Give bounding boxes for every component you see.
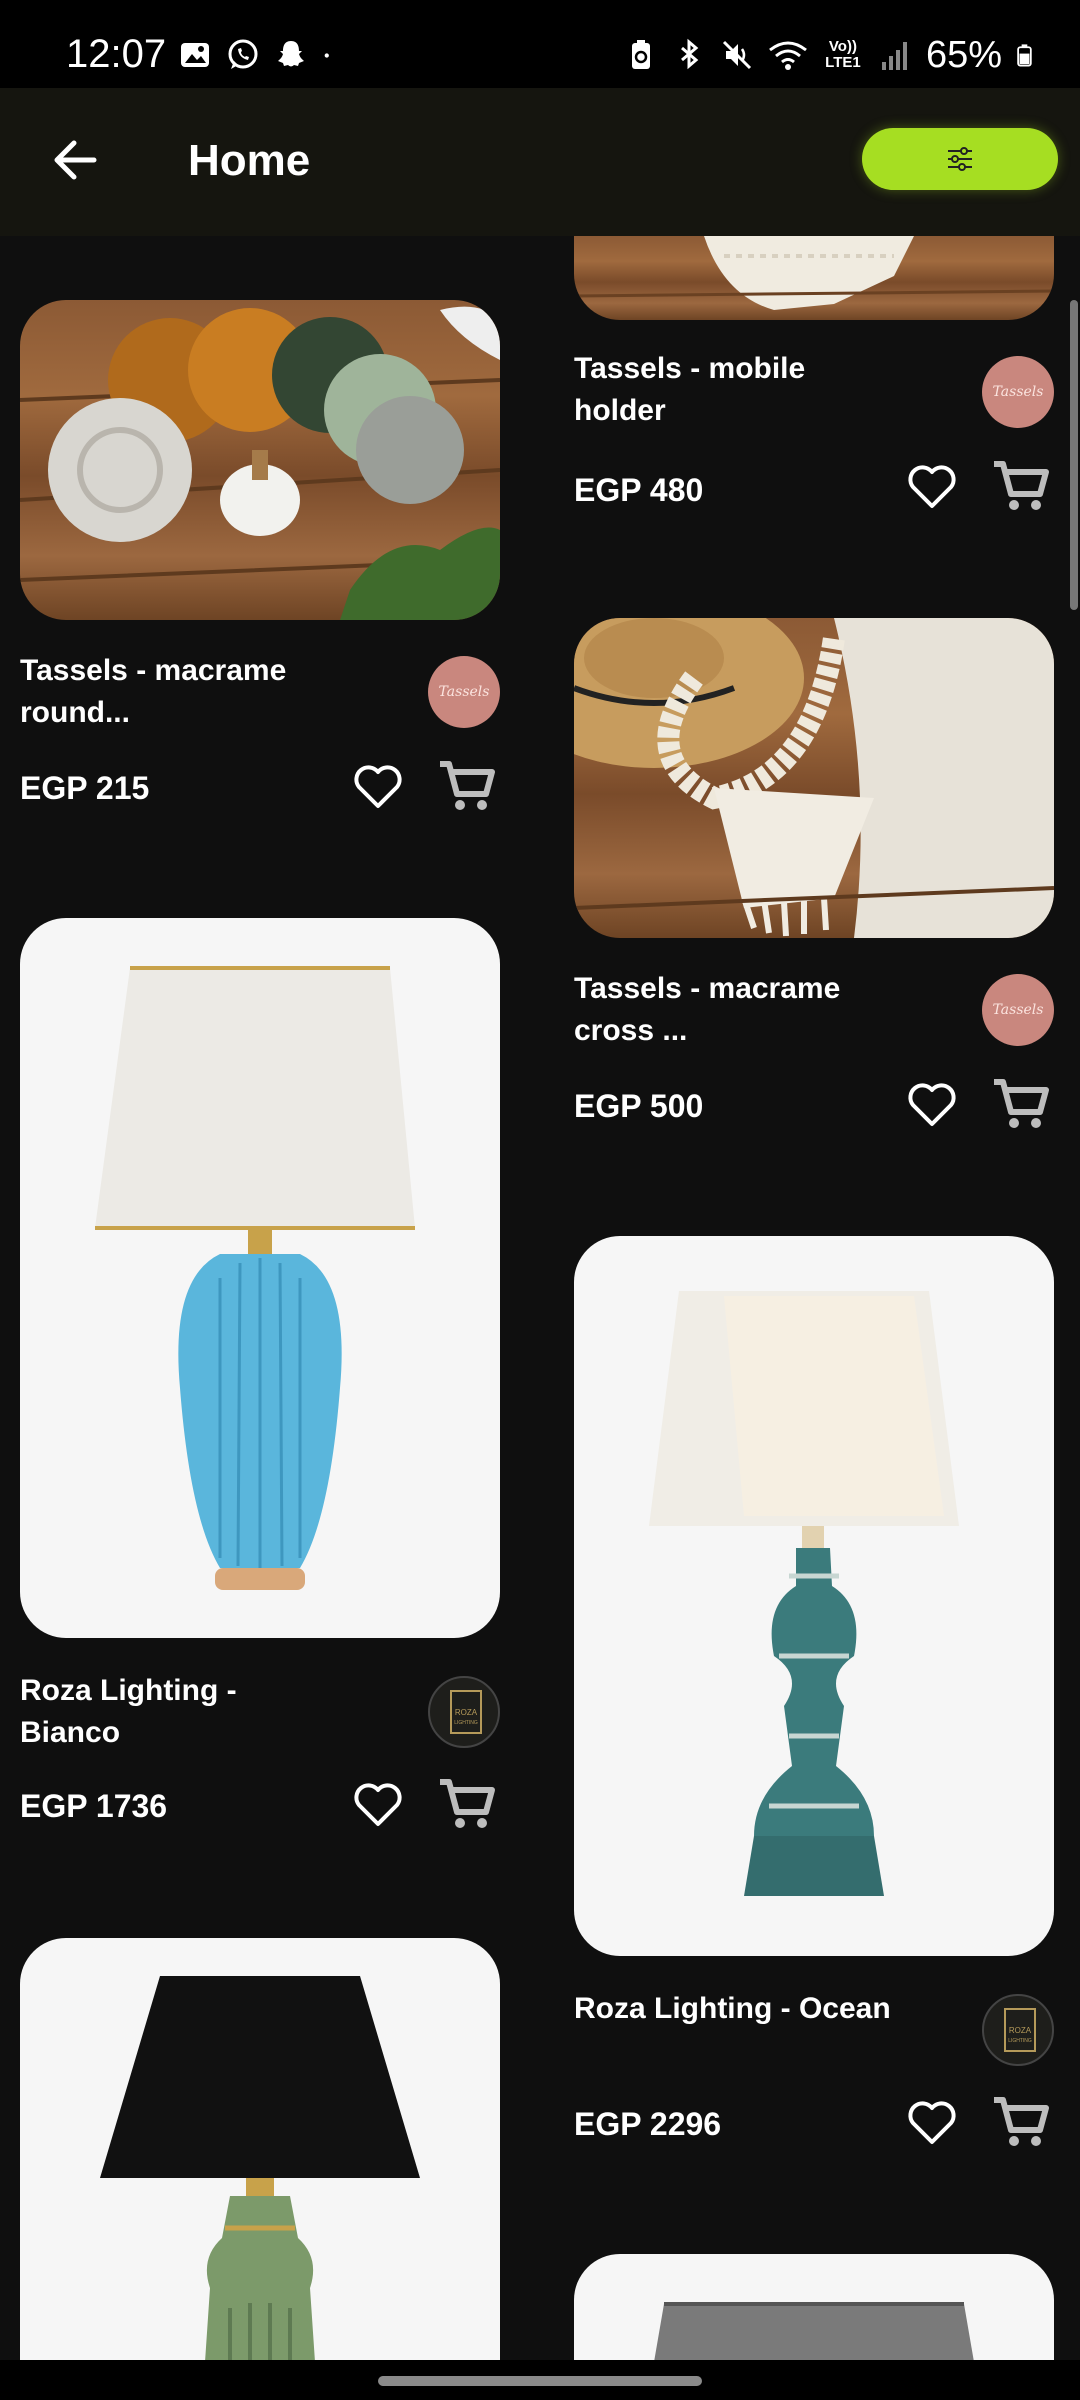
product-price: EGP 1736: [20, 1788, 168, 1824]
logo-text-roza: ROZA: [1008, 2026, 1032, 2035]
brand-logo-text: Tassels: [992, 1002, 1044, 1018]
brand-logo-text: Tassels: [438, 684, 490, 700]
cart-icon[interactable]: [990, 2092, 1050, 2152]
volte-icon: Vo)) LTE1: [825, 38, 861, 71]
battery-icon: [1017, 44, 1032, 67]
brand-logo[interactable]: ROZA LIGHTING: [428, 1676, 500, 1748]
product-card[interactable]: [574, 2254, 1054, 2362]
whatsapp-icon: [228, 39, 258, 69]
battery-percent: 65%: [925, 34, 1002, 76]
product-price: EGP 2296: [574, 2106, 722, 2142]
ocean-lamp-image: [649, 1291, 959, 1896]
macrame-holder-image: [574, 236, 1054, 310]
cart-icon[interactable]: [990, 456, 1050, 516]
home-indicator[interactable]: [378, 2376, 702, 2386]
brand-logo[interactable]: ROZA LIGHTING: [982, 1994, 1054, 2066]
filter-button[interactable]: [862, 128, 1058, 190]
mute-icon: [722, 40, 751, 70]
product-price: EGP 215: [20, 770, 150, 806]
logo-text-lighting: LIGHTING: [454, 1720, 478, 1726]
brand-logo[interactable]: Tassels: [982, 974, 1054, 1046]
sliders-icon: [948, 147, 972, 171]
product-card[interactable]: Roza Lighting - Ocean ROZA LIGHTING EGP 2…: [574, 1236, 1054, 2146]
brand-logo[interactable]: Tassels: [982, 356, 1054, 428]
back-button[interactable]: [46, 130, 106, 190]
dot-icon: [324, 53, 329, 58]
gray-lamp-image: [654, 2302, 974, 2362]
brand-logo[interactable]: Tassels: [428, 656, 500, 728]
product-image[interactable]: [20, 300, 500, 620]
status-right-icons: Vo)) LTE1 65%: [624, 36, 1040, 74]
snapchat-icon: [278, 41, 304, 67]
wifi-icon: [769, 41, 807, 70]
heart-outline-icon[interactable]: [350, 1776, 406, 1832]
blue-lamp-image: [95, 966, 415, 1590]
product-title[interactable]: Tassels - macrame round...: [20, 650, 340, 734]
heart-outline-icon[interactable]: [904, 2094, 960, 2150]
product-card[interactable]: Roza Lighting - Bianco ROZA LIGHTING EGP …: [20, 918, 500, 1828]
brand-logo-text: Tassels: [992, 384, 1044, 400]
status-time: 12:07: [66, 32, 167, 76]
arrow-left-icon: [54, 140, 97, 180]
cart-icon[interactable]: [436, 756, 496, 816]
product-card[interactable]: [20, 1938, 500, 2362]
product-image[interactable]: [574, 618, 1054, 938]
black-lamp-image: [100, 1976, 420, 2362]
logo-text-lighting: LIGHTING: [1008, 2038, 1032, 2044]
product-image[interactable]: [20, 918, 500, 1638]
heart-outline-icon[interactable]: [904, 1076, 960, 1132]
logo-text-roza: ROZA: [454, 1708, 478, 1717]
product-price: EGP 500: [574, 1088, 704, 1124]
product-card[interactable]: Tassels - mobile holder Tassels EGP 480: [574, 236, 1054, 536]
product-image[interactable]: [20, 1938, 500, 2362]
product-title[interactable]: Roza Lighting - Bianco: [20, 1670, 340, 1754]
product-card[interactable]: Tassels - macrame round... Tassels EGP 2…: [20, 300, 500, 840]
product-image[interactable]: [574, 2254, 1054, 2362]
status-bar: 12:07 Vo)) LTE1 65%: [0, 0, 1080, 88]
status-left-icons: [178, 38, 340, 72]
product-title[interactable]: Tassels - mobile holder: [574, 348, 894, 432]
signal-icon: [881, 42, 907, 70]
gallery-icon: [181, 43, 209, 67]
cart-icon[interactable]: [990, 1074, 1050, 1134]
battery-saver-icon: [631, 40, 650, 69]
cart-icon[interactable]: [436, 1774, 496, 1834]
macrame-coasters-image: [20, 306, 500, 620]
app-bar: Home: [0, 88, 1080, 236]
product-image[interactable]: [574, 1236, 1054, 1956]
scrollbar[interactable]: [1070, 300, 1078, 610]
product-price: EGP 480: [574, 472, 704, 508]
heart-outline-icon[interactable]: [904, 458, 960, 514]
heart-outline-icon[interactable]: [350, 758, 406, 814]
roza-logo-mark: ROZA LIGHTING: [450, 1690, 482, 1734]
product-title[interactable]: Roza Lighting - Ocean: [574, 1988, 894, 2030]
bluetooth-icon: [680, 38, 699, 70]
page-title: Home: [188, 136, 311, 185]
product-image[interactable]: [574, 236, 1054, 320]
roza-logo-mark: ROZA LIGHTING: [1004, 2008, 1036, 2052]
product-card[interactable]: Tassels - macrame cross ... Tassels EGP …: [574, 618, 1054, 1158]
macrame-bag-image: [574, 618, 1054, 938]
product-title[interactable]: Tassels - macrame cross ...: [574, 968, 894, 1052]
